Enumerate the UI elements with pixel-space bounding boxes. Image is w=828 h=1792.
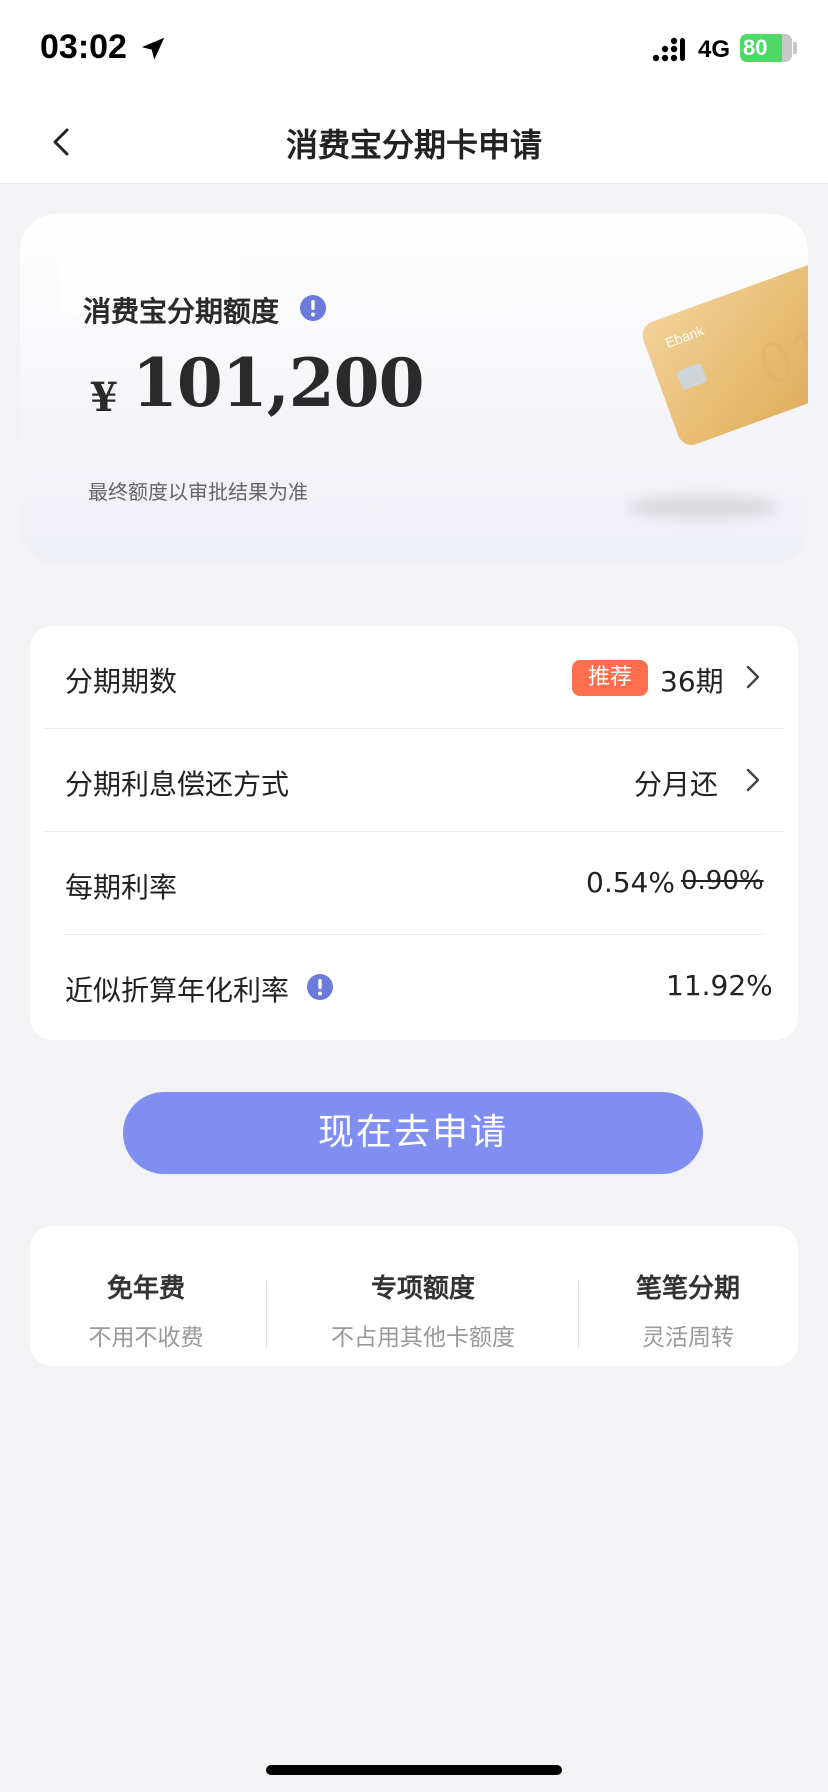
quota-label: 消费宝分期额度 — [83, 295, 280, 328]
network-type: 4G — [698, 36, 731, 63]
feature-title: 免年费 — [106, 1274, 185, 1304]
rate-original: 0.90% — [681, 866, 764, 896]
feature-title: 专项额度 — [370, 1274, 475, 1304]
installments-label: 分期期数 — [65, 665, 178, 698]
quota-card: 消费宝分期额度 ¥ 101,200 最终额度以审批结果为准 Ebank 01 — [20, 214, 808, 564]
nav-bar: 消费宝分期卡申请 — [0, 100, 828, 184]
location-arrow-icon — [141, 37, 165, 60]
currency-sign: ¥ — [90, 374, 118, 421]
info-icon[interactable] — [299, 294, 327, 322]
annual-rate-row: 近似折算年化利率 11.92% — [30, 935, 798, 1037]
repayment-value: 分月还 — [634, 768, 719, 801]
chevron-right-icon — [746, 665, 760, 689]
feature-special-quota: 专项额度 不占用其他卡额度 — [266, 1226, 580, 1366]
signal-icon — [652, 37, 685, 62]
annual-rate-value: 11.92% — [666, 969, 773, 1002]
credit-card-image: Ebank 01 — [642, 262, 808, 445]
card-shadow — [628, 496, 778, 518]
feature-flexible-installment: 笔笔分期 灵活周转 — [578, 1226, 798, 1366]
installments-value: 36期 — [660, 665, 724, 698]
home-indicator — [266, 1765, 562, 1775]
quota-amount: 101,200 — [132, 344, 425, 422]
page-title: 消费宝分期卡申请 — [285, 126, 542, 164]
feature-subtitle: 不用不收费 — [88, 1325, 204, 1351]
apply-button[interactable]: 现在去申请 — [123, 1092, 703, 1174]
status-time: 03:02 — [40, 28, 127, 66]
feature-subtitle: 灵活周转 — [642, 1325, 734, 1351]
rate-value: 0.54% — [586, 866, 675, 899]
repayment-label: 分期利息偿还方式 — [65, 768, 290, 801]
quota-note: 最终额度以审批结果为准 — [88, 480, 308, 504]
features-panel: 免年费 不用不收费 专项额度 不占用其他卡额度 笔笔分期 灵活周转 — [30, 1226, 798, 1366]
installment-options: 分期期数 推荐 36期 分期利息偿还方式 分月还 每期利率 0.54% 0.90… — [30, 626, 798, 1040]
annual-rate-label: 近似折算年化利率 — [65, 974, 290, 1007]
recommend-badge: 推荐 — [572, 660, 648, 696]
rate-label: 每期利率 — [65, 871, 178, 904]
installments-row[interactable]: 分期期数 推荐 36期 — [30, 626, 798, 728]
back-button[interactable] — [40, 120, 84, 164]
feature-subtitle: 不占用其他卡额度 — [331, 1325, 515, 1351]
rate-row: 每期利率 0.54% 0.90% — [30, 832, 798, 934]
status-bar: 03:02 4G 80 — [0, 0, 828, 100]
battery-icon: 80 — [740, 34, 792, 62]
chevron-right-icon — [746, 768, 760, 792]
repayment-row[interactable]: 分期利息偿还方式 分月还 — [30, 729, 798, 831]
battery-level: 80 — [743, 35, 768, 60]
feature-title: 笔笔分期 — [635, 1274, 740, 1304]
info-icon[interactable] — [306, 973, 334, 1001]
battery-tip — [793, 42, 797, 54]
feature-no-annual-fee: 免年费 不用不收费 — [30, 1226, 262, 1366]
